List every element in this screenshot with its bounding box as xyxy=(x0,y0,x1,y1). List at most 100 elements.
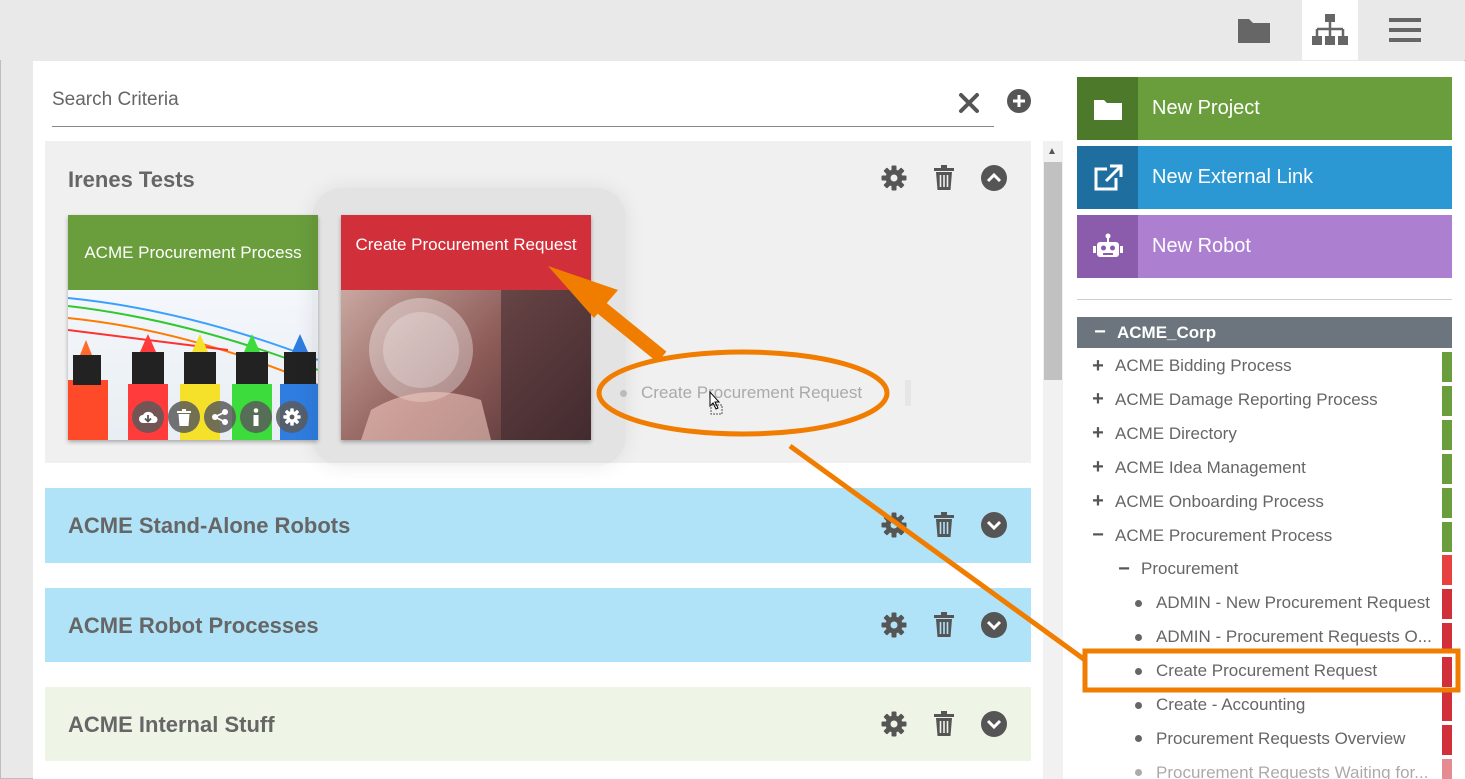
status-marker xyxy=(1442,724,1452,755)
trash-icon xyxy=(934,612,954,637)
tree-item[interactable]: ADMIN - New Procurement Request xyxy=(1077,587,1452,620)
status-marker xyxy=(1442,352,1452,382)
tree-item-label: Create - Accounting xyxy=(1156,695,1306,714)
tree-root-acme-corp[interactable]: − ACME_Corp xyxy=(1077,317,1452,348)
tile-title: ACME Procurement Process xyxy=(68,215,318,290)
expand-icon: + xyxy=(1092,388,1104,411)
chevron-down-icon xyxy=(981,512,1007,538)
section-expand-button[interactable] xyxy=(981,711,1007,737)
section-settings-button[interactable] xyxy=(881,612,907,638)
section-delete-button[interactable] xyxy=(931,165,957,191)
cloud-download-icon xyxy=(139,411,158,423)
sitemap-icon xyxy=(1312,14,1348,45)
chevron-down-icon xyxy=(981,612,1007,638)
collapse-icon: − xyxy=(1094,321,1106,343)
info-button[interactable] xyxy=(240,401,272,433)
tree-item-label: ADMIN - Procurement Requests O... xyxy=(1156,627,1432,647)
new-project-label: New Project xyxy=(1152,97,1260,119)
folder-view-button[interactable] xyxy=(1226,0,1282,60)
menu-button[interactable] xyxy=(1377,0,1433,60)
drag-ghost-label: Create Procurement Request xyxy=(641,383,863,402)
gear-icon xyxy=(283,408,301,426)
gear-icon xyxy=(881,612,907,638)
status-marker xyxy=(1442,623,1452,654)
info-icon xyxy=(253,408,259,426)
gear-icon xyxy=(881,165,907,191)
new-project-button[interactable]: New Project xyxy=(1077,77,1452,140)
new-external-link-button[interactable]: New External Link xyxy=(1077,146,1452,209)
section-title: Irenes Tests xyxy=(68,167,195,192)
status-marker xyxy=(1442,453,1452,484)
menu-icon xyxy=(1389,18,1421,42)
scroll-up-arrow[interactable]: ▲ xyxy=(1047,146,1057,157)
tile-settings-button[interactable] xyxy=(276,401,308,433)
collapse-icon: − xyxy=(1092,524,1104,546)
scrollbar-thumb[interactable] xyxy=(1044,162,1062,380)
section-title: ACME Stand-Alone Robots xyxy=(68,513,351,538)
glass-globe-image xyxy=(361,290,591,440)
section-settings-button[interactable] xyxy=(881,711,907,737)
section-delete-button[interactable] xyxy=(931,512,957,538)
gear-icon xyxy=(881,711,907,737)
section-settings-button[interactable] xyxy=(881,165,907,191)
tree-item[interactable]: + ACME Idea Management xyxy=(1077,452,1452,484)
tree-item[interactable]: − Procurement xyxy=(1077,553,1452,586)
tree-item[interactable]: + ACME Damage Reporting Process xyxy=(1077,384,1452,416)
tree-root-label: ACME_Corp xyxy=(1117,322,1217,342)
tree-item-label: ADMIN - New Procurement Request xyxy=(1156,593,1430,613)
tile-delete-button[interactable] xyxy=(168,401,200,433)
tree-item[interactable]: + ACME Directory xyxy=(1077,418,1452,450)
folder-icon xyxy=(1077,77,1138,140)
new-robot-button[interactable]: New Robot xyxy=(1077,215,1452,278)
folder-icon xyxy=(1238,19,1270,43)
expand-icon: + xyxy=(1092,422,1104,445)
section-collapse-button[interactable] xyxy=(981,165,1007,191)
share-button[interactable] xyxy=(204,401,236,433)
panel-divider xyxy=(1077,299,1452,300)
status-marker xyxy=(1442,385,1452,416)
tree-item-label: ACME Bidding Process xyxy=(1115,356,1292,375)
download-button[interactable] xyxy=(132,401,164,433)
status-marker xyxy=(1442,589,1452,620)
trash-icon xyxy=(934,711,954,736)
tree-item[interactable]: Procurement Requests Overview xyxy=(1077,723,1452,755)
tree-item[interactable]: Procurement Requests Waiting for... xyxy=(1077,757,1452,779)
section-expand-button[interactable] xyxy=(981,512,1007,538)
tile-title: Create Procurement Request xyxy=(341,215,591,290)
section-settings-button[interactable] xyxy=(881,512,907,538)
section-delete-button[interactable] xyxy=(931,612,957,638)
bullet-dot xyxy=(1135,769,1142,777)
project-section-acme-stand-alone-robots: ACME Stand-Alone Robots xyxy=(45,488,1031,563)
bullet-dot xyxy=(1135,667,1142,675)
bullet-dot xyxy=(1135,599,1142,607)
chevron-down-icon xyxy=(981,711,1007,737)
tree-item[interactable]: Create Procurement Request xyxy=(1077,655,1452,688)
tree-item[interactable]: − ACME Procurement Process xyxy=(1077,520,1452,552)
status-marker xyxy=(1442,691,1452,721)
section-delete-button[interactable] xyxy=(931,711,957,737)
trash-icon xyxy=(934,512,954,537)
process-tile-create-procurement-request[interactable]: Create Procurement Request xyxy=(341,215,591,440)
tree-item-label: ACME Directory xyxy=(1115,423,1237,443)
new-external-link-label: New External Link xyxy=(1152,166,1314,188)
new-robot-label: New Robot xyxy=(1152,235,1251,257)
search-input[interactable] xyxy=(52,80,932,120)
trash-icon xyxy=(934,165,954,190)
share-icon xyxy=(212,409,228,425)
external-link-icon xyxy=(1077,146,1138,209)
status-marker xyxy=(1442,657,1452,688)
tree-item[interactable]: Create - Accounting xyxy=(1077,689,1452,721)
tree-item-label: ACME Idea Management xyxy=(1115,457,1306,477)
tree-item[interactable]: ADMIN - Procurement Requests O... xyxy=(1077,621,1452,654)
tree-item[interactable]: + ACME Onboarding Process xyxy=(1077,486,1452,518)
clear-search-button[interactable] xyxy=(958,92,980,114)
expand-icon: + xyxy=(1092,490,1104,513)
add-criteria-button[interactable] xyxy=(1006,88,1032,114)
status-marker xyxy=(1442,487,1452,518)
sitemap-view-button[interactable] xyxy=(1302,0,1358,60)
tile-action-bar xyxy=(132,401,308,433)
section-expand-button[interactable] xyxy=(981,612,1007,638)
status-marker xyxy=(1442,521,1452,552)
tree-item[interactable]: + ACME Bidding Process xyxy=(1077,350,1452,382)
bullet-dot xyxy=(1135,701,1142,709)
